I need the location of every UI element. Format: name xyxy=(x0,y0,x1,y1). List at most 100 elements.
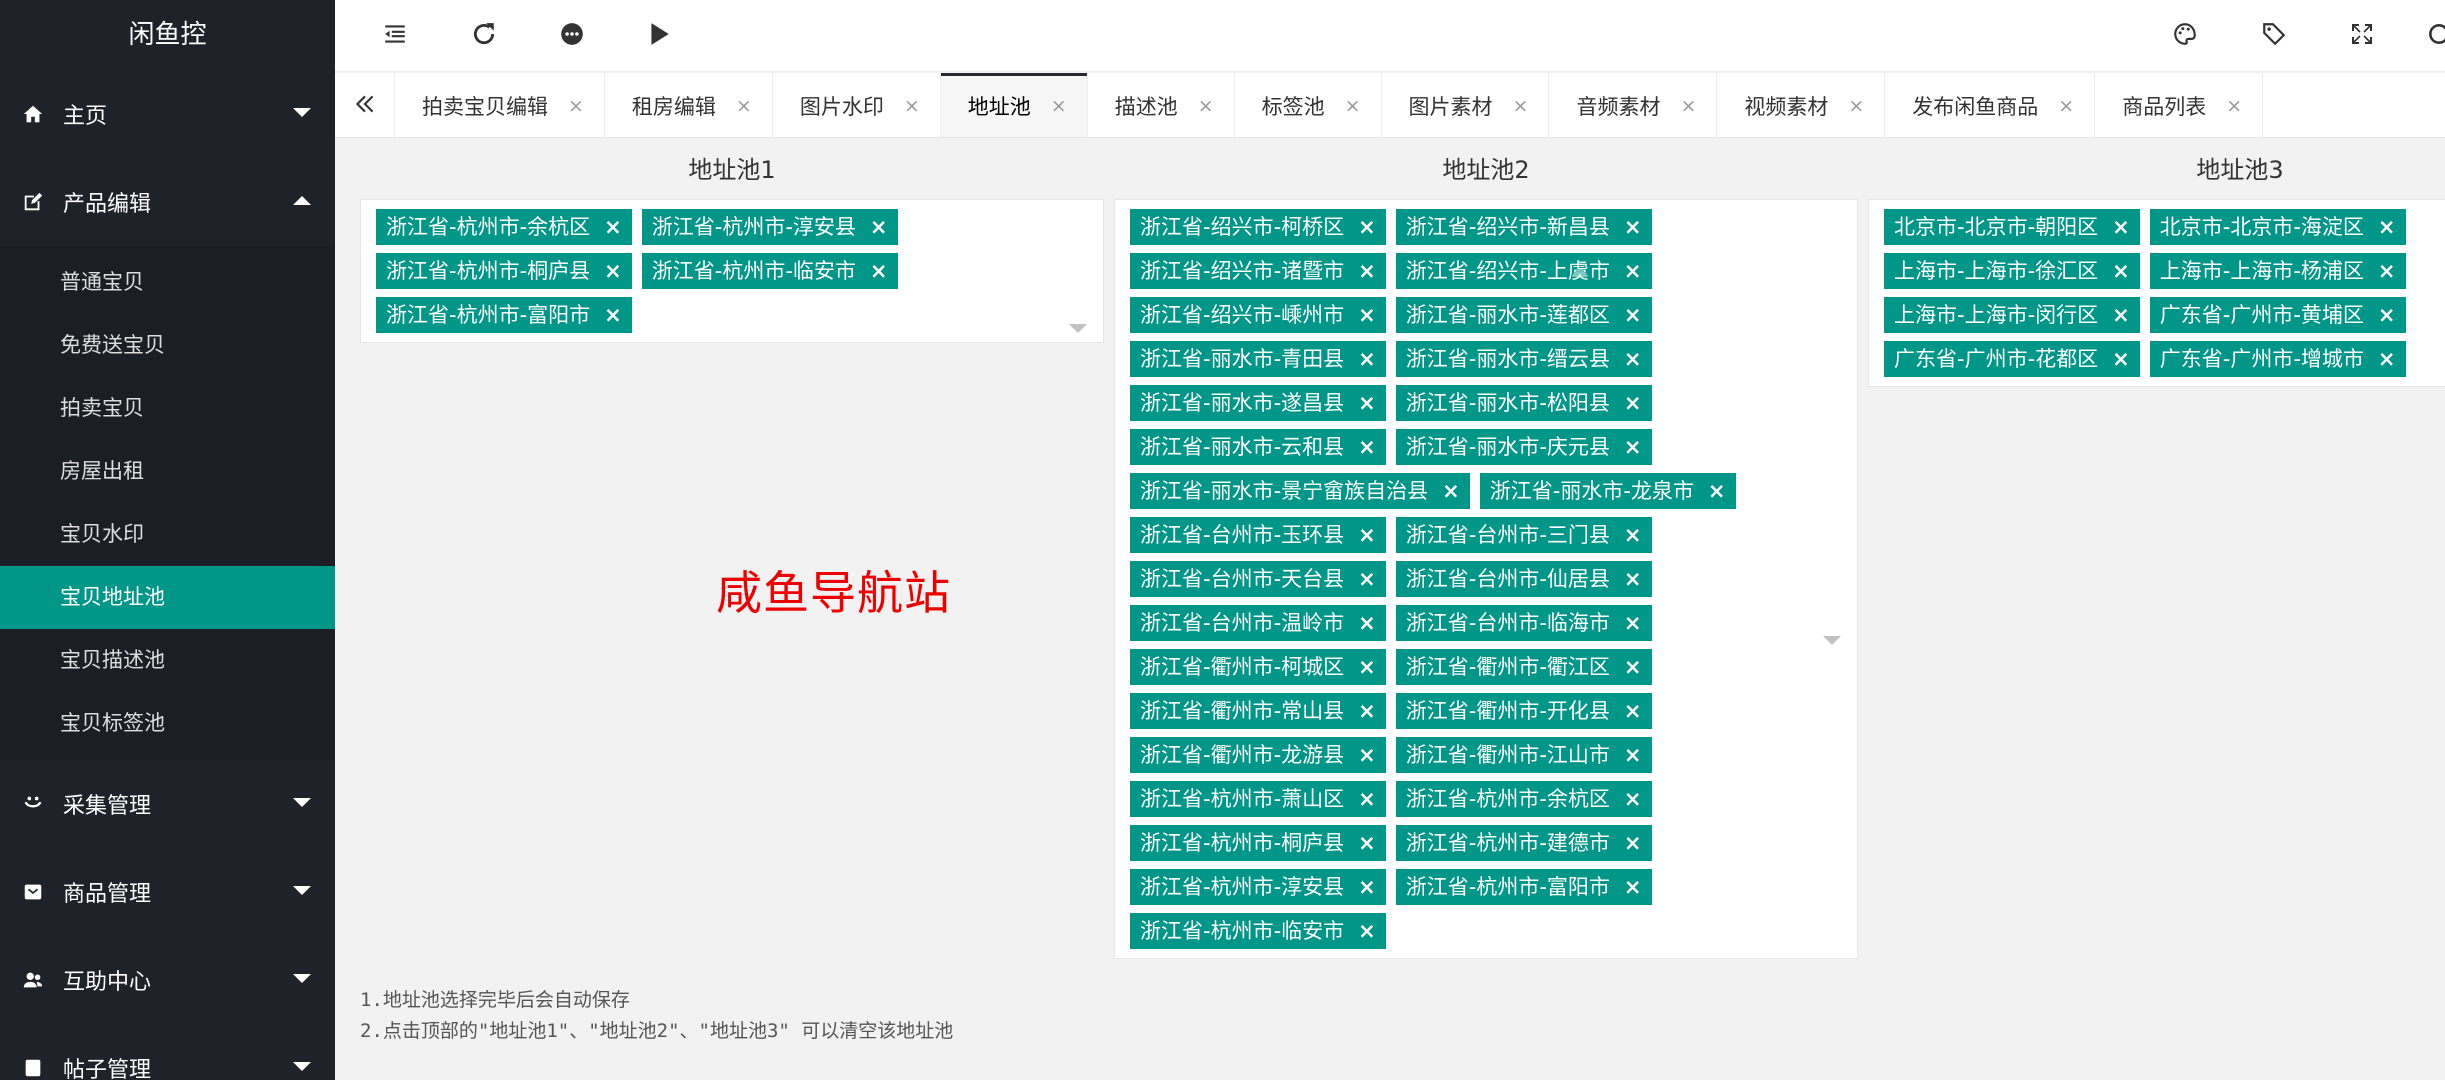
remove-tag-icon[interactable]: × xyxy=(870,259,888,283)
remove-tag-icon[interactable]: × xyxy=(1624,435,1642,459)
remove-tag-icon[interactable]: × xyxy=(1358,303,1376,327)
tab-close-icon[interactable]: × xyxy=(904,95,920,117)
remove-tag-icon[interactable]: × xyxy=(1624,875,1642,899)
tab-item[interactable]: 音频素材 × xyxy=(1549,73,1718,137)
theme-button[interactable] xyxy=(2167,18,2203,54)
tab-item[interactable]: 租房编辑 × xyxy=(605,73,773,137)
remove-tag-icon[interactable]: × xyxy=(1624,655,1642,679)
remove-tag-icon[interactable]: × xyxy=(2112,259,2130,283)
remove-tag-icon[interactable]: × xyxy=(1624,611,1642,635)
remove-tag-icon[interactable]: × xyxy=(870,215,888,239)
remove-tag-icon[interactable]: × xyxy=(1624,215,1642,239)
remove-tag-icon[interactable]: × xyxy=(1624,391,1642,415)
tag-button[interactable] xyxy=(2256,18,2292,54)
remove-tag-icon[interactable]: × xyxy=(2378,215,2396,239)
collapse-sidebar-button[interactable] xyxy=(377,18,413,54)
remove-tag-icon[interactable]: × xyxy=(1624,743,1642,767)
remove-tag-icon[interactable]: × xyxy=(1358,611,1376,635)
remove-tag-icon[interactable]: × xyxy=(1358,919,1376,943)
tab-item[interactable]: 发布闲鱼商品 × xyxy=(1885,73,2096,137)
remove-tag-icon[interactable]: × xyxy=(1708,479,1726,503)
remove-tag-icon[interactable]: × xyxy=(1624,699,1642,723)
tab-close-icon[interactable]: × xyxy=(1345,95,1361,117)
remove-tag-icon[interactable]: × xyxy=(1358,391,1376,415)
pool-1-title[interactable]: 地址池1 xyxy=(360,139,1104,199)
users-icon xyxy=(21,968,45,992)
remove-tag-icon[interactable]: × xyxy=(2378,347,2396,371)
tabs-scroll-left-button[interactable] xyxy=(335,73,395,137)
remove-tag-icon[interactable]: × xyxy=(1358,743,1376,767)
remove-tag-icon[interactable]: × xyxy=(1442,479,1460,503)
remove-tag-icon[interactable]: × xyxy=(2112,347,2130,371)
remove-tag-icon[interactable]: × xyxy=(1624,347,1642,371)
tab-close-icon[interactable]: × xyxy=(1198,95,1214,117)
tab-item[interactable]: 标签池 × xyxy=(1235,73,1382,137)
tab-close-icon[interactable]: × xyxy=(1848,95,1864,117)
tab-close-icon[interactable]: × xyxy=(568,95,584,117)
remove-tag-icon[interactable]: × xyxy=(1358,215,1376,239)
remove-tag-icon[interactable]: × xyxy=(1358,831,1376,855)
submenu-item-description-pool[interactable]: 宝贝描述池 xyxy=(0,629,335,692)
remove-tag-icon[interactable]: × xyxy=(1624,259,1642,283)
tab-item[interactable]: 描述池 × xyxy=(1088,73,1235,137)
menu-help-center[interactable]: 互助中心 xyxy=(0,936,335,1024)
menu-posts[interactable]: 帖子管理 xyxy=(0,1024,335,1080)
remove-tag-icon[interactable]: × xyxy=(2112,303,2130,327)
remove-tag-icon[interactable]: × xyxy=(1358,699,1376,723)
tab-close-icon[interactable]: × xyxy=(1680,95,1696,117)
tab-label: 租房编辑 xyxy=(631,94,716,119)
remove-tag-icon[interactable]: × xyxy=(604,215,622,239)
tab-close-icon[interactable]: × xyxy=(1513,95,1529,117)
remove-tag-icon[interactable]: × xyxy=(604,259,622,283)
remove-tag-icon[interactable]: × xyxy=(1358,875,1376,899)
tab-item[interactable]: 视频素材 × xyxy=(1717,73,1886,137)
pool-2-title[interactable]: 地址池2 xyxy=(1114,139,1858,199)
remove-tag-icon[interactable]: × xyxy=(1358,523,1376,547)
tab-item[interactable]: 拍卖宝贝编辑 × xyxy=(395,73,605,137)
remove-tag-icon[interactable]: × xyxy=(1624,831,1642,855)
submenu-item-address-pool[interactable]: 宝贝地址池 xyxy=(0,566,335,629)
submenu-item-free[interactable]: 免费送宝贝 xyxy=(0,314,335,377)
remove-tag-icon[interactable]: × xyxy=(2378,259,2396,283)
submenu-item-normal[interactable]: 普通宝贝 xyxy=(0,251,335,314)
tab-close-icon[interactable]: × xyxy=(736,95,752,117)
tab-close-icon[interactable]: × xyxy=(2226,95,2242,117)
remove-tag-icon[interactable]: × xyxy=(1624,787,1642,811)
remove-tag-icon[interactable]: × xyxy=(1358,655,1376,679)
more-button[interactable] xyxy=(2426,18,2445,54)
fullscreen-button[interactable] xyxy=(2344,18,2380,54)
tab-item[interactable]: 商品列表 × xyxy=(2095,73,2264,137)
tab-item[interactable]: 地址池 × xyxy=(940,73,1088,137)
menu-goods[interactable]: 商品管理 xyxy=(0,848,335,936)
remove-tag-icon[interactable]: × xyxy=(1624,567,1642,591)
menu-product-edit[interactable]: 产品编辑 xyxy=(0,158,335,246)
menu-collect[interactable]: 采集管理 xyxy=(0,760,335,848)
remove-tag-icon[interactable]: × xyxy=(1358,567,1376,591)
menu-home[interactable]: 主页 xyxy=(0,70,335,158)
tab-item[interactable]: 图片素材 × xyxy=(1382,73,1550,137)
remove-tag-icon[interactable]: × xyxy=(1358,347,1376,371)
address-tag-label: 浙江省-丽水市-遂昌县 xyxy=(1140,391,1345,415)
remove-tag-icon[interactable]: × xyxy=(1358,787,1376,811)
tab-close-icon[interactable]: × xyxy=(1051,95,1067,117)
play-button[interactable] xyxy=(641,18,677,54)
chat-button[interactable] xyxy=(554,18,590,54)
remove-tag-icon[interactable]: × xyxy=(1358,259,1376,283)
refresh-button[interactable] xyxy=(466,18,502,54)
submenu-item-tag-pool[interactable]: 宝贝标签池 xyxy=(0,692,335,755)
remove-tag-icon[interactable]: × xyxy=(2378,303,2396,327)
remove-tag-icon[interactable]: × xyxy=(1624,523,1642,547)
pool-1-select[interactable]: 浙江省-杭州市-余杭区 × 浙江省-杭州市-淳安县 ×浙江省-杭州市-桐庐县 × 浙江省-… xyxy=(360,199,1104,343)
remove-tag-icon[interactable]: × xyxy=(604,303,622,327)
pool-3-title[interactable]: 地址池3 xyxy=(1868,139,2445,199)
submenu-item-watermark[interactable]: 宝贝水印 xyxy=(0,503,335,566)
submenu-item-auction[interactable]: 拍卖宝贝 xyxy=(0,377,335,440)
pool-3-select[interactable]: 北京市-北京市-朝阳区 × 北京市-北京市-海淀区 ×上海市-上海市-徐汇区 × 上海市-… xyxy=(1868,199,2445,387)
pool-2-select[interactable]: 浙江省-绍兴市-柯桥区 × 浙江省-绍兴市-新昌县 ×浙江省-绍兴市-诸暨市 × 浙江省-… xyxy=(1114,199,1858,959)
tab-close-icon[interactable]: × xyxy=(2058,95,2074,117)
remove-tag-icon[interactable]: × xyxy=(2112,215,2130,239)
remove-tag-icon[interactable]: × xyxy=(1624,303,1642,327)
remove-tag-icon[interactable]: × xyxy=(1358,435,1376,459)
tab-item[interactable]: 图片水印 × xyxy=(773,73,941,137)
submenu-item-rent[interactable]: 房屋出租 xyxy=(0,440,335,503)
